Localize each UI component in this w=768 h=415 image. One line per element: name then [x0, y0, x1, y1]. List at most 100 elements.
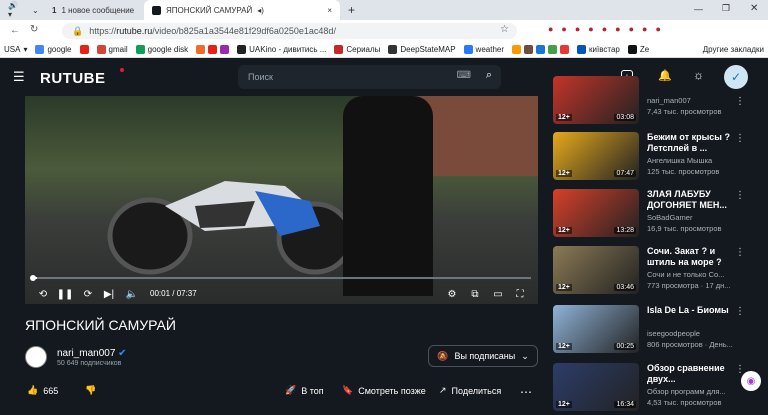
bookmark-star-icon[interactable]: ☆: [500, 24, 509, 35]
url-field[interactable]: 🔒 https://rutube.ru/video/b825a1a3544e81…: [62, 23, 517, 39]
age-rating: 12+: [556, 284, 572, 291]
rutube-logo[interactable]: RUTUBE: [40, 70, 106, 87]
recommendation-channel[interactable]: SoBadGamer: [647, 213, 739, 222]
channel-avatar[interactable]: [25, 346, 47, 368]
extension-icons[interactable]: ●●●●●●●●●: [548, 24, 669, 34]
recommendation-thumbnail[interactable]: 12+ 00:25: [553, 305, 639, 353]
url-host: rutube.ru: [116, 26, 153, 36]
kebab-menu-icon[interactable]: ⋮: [735, 306, 745, 317]
next-icon[interactable]: ▶|: [102, 286, 116, 302]
share-icon: ↗: [439, 385, 447, 395]
minimize-icon[interactable]: —: [694, 4, 703, 14]
kebab-menu-icon[interactable]: ⋮: [735, 190, 745, 201]
age-rating: 12+: [556, 227, 572, 234]
bookmark-youtube[interactable]: [76, 45, 93, 54]
share-button[interactable]: ↗ Поделиться: [439, 385, 501, 396]
recommendation-meta: 4,53 тыс. просмотров: [647, 398, 722, 407]
assistant-fab-icon[interactable]: ◉: [741, 371, 761, 391]
new-tab-button[interactable]: +: [340, 0, 363, 20]
recommendation-item[interactable]: 12+ 16:34 Обзор сравнение двух... Обзор …: [553, 363, 753, 415]
bookmark-other[interactable]: Другие закладки: [699, 45, 768, 54]
back-icon[interactable]: ←: [10, 25, 20, 36]
maximize-icon[interactable]: ❐: [722, 3, 730, 14]
channel-name[interactable]: nari_man007 ✔: [57, 348, 127, 359]
bookmark-google[interactable]: google: [31, 45, 75, 54]
bookmark-gmail[interactable]: gmail: [93, 45, 132, 54]
pause-icon[interactable]: ❚❚: [57, 286, 74, 302]
recommendation-channel[interactable]: Сочи и не только Со...: [647, 270, 739, 279]
volume-icon[interactable]: 🔈: [124, 286, 140, 302]
bookmark-serials[interactable]: Сериалы: [330, 45, 384, 54]
bookmark-uakino[interactable]: UAKino - дивитись ...: [233, 45, 330, 54]
speaker-icon: ◂): [257, 5, 264, 15]
reload-icon[interactable]: ↻: [30, 24, 38, 35]
like-button[interactable]: 👍 665: [27, 385, 58, 396]
search-input[interactable]: Поиск ⌨ ⌕: [238, 65, 501, 89]
video-player[interactable]: [25, 96, 538, 304]
recommendation-channel[interactable]: iseegoodpeople: [647, 329, 739, 338]
kebab-menu-icon[interactable]: ⋮: [735, 247, 745, 258]
recommendation-thumbnail[interactable]: 12+ 07:47: [553, 132, 639, 180]
url-path: /video/b825a1a3544e81f29df6a0250e1ac48d/: [152, 26, 336, 36]
bookmark-deepstate[interactable]: DeepStateMAP: [384, 45, 459, 54]
deepstate-icon: [388, 45, 398, 54]
recommendation-item[interactable]: 12+ 07:47 Бежим от крысы ? Летсплей в ..…: [553, 132, 753, 184]
recommendation-title[interactable]: Обзор сравнение двух...: [647, 363, 735, 385]
notifications-icon[interactable]: 🔔: [658, 69, 672, 82]
progress-bar[interactable]: [33, 277, 531, 279]
bell-off-icon: 🔕: [437, 350, 449, 361]
recommendation-title[interactable]: ЗЛАЯ ЛАБУБУ ДОГОНЯЕТ МЕН...: [647, 189, 735, 211]
bookmark-icons-group-2[interactable]: [508, 45, 573, 54]
tab-rutube[interactable]: ЯПОНСКИЙ САМУРАЙ ◂) ×: [144, 0, 340, 20]
bookmark-google-disk[interactable]: google disk: [132, 45, 192, 54]
bookmark-ze[interactable]: Ze: [624, 45, 653, 54]
theater-icon[interactable]: ▭: [491, 286, 505, 302]
tab-close-icon[interactable]: ×: [327, 6, 332, 15]
bookmark-usa[interactable]: USA ▾: [0, 45, 31, 54]
rewind-10-icon[interactable]: ⟲: [35, 286, 51, 302]
fullscreen-icon[interactable]: ⛶: [513, 286, 527, 302]
tab-list-icon[interactable]: ⌄: [24, 0, 44, 20]
search-placeholder: Поиск: [248, 72, 273, 82]
video-frame-person: [343, 96, 433, 296]
recommendation-title[interactable]: Isla De La - Биомы: [647, 305, 735, 316]
top-button[interactable]: 🚀 В топ: [285, 385, 324, 396]
recommendation-title[interactable]: Бежим от крысы ? Летсплей в ...: [647, 132, 735, 154]
keyboard-icon[interactable]: ⌨: [457, 70, 471, 81]
subscribed-button[interactable]: 🔕 Вы подписаны ⌄: [428, 345, 538, 367]
menu-icon[interactable]: ☰: [13, 69, 25, 85]
profile-avatar[interactable]: ✓: [724, 65, 748, 89]
rutube-favicon: [152, 5, 161, 15]
recommendation-thumbnail[interactable]: 12+ 16:34: [553, 363, 639, 411]
dislike-button[interactable]: 👎: [85, 385, 96, 396]
kebab-menu-icon[interactable]: ⋮: [735, 96, 745, 107]
watch-later-button[interactable]: 🔖 Смотреть позже: [342, 385, 426, 396]
window-close-icon[interactable]: ✕: [750, 3, 758, 14]
recommendation-channel[interactable]: Ангелишка Мышка: [647, 156, 739, 165]
forward-10-icon[interactable]: ⟳: [80, 286, 96, 302]
recommendation-item[interactable]: 12+ 13:28 ЗЛАЯ ЛАБУБУ ДОГОНЯЕТ МЕН... So…: [553, 189, 753, 241]
more-actions-icon[interactable]: ⋯: [520, 385, 532, 399]
search-icon[interactable]: ⌕: [486, 69, 492, 82]
recommendation-thumbnail[interactable]: 12+ 03:46: [553, 246, 639, 294]
recommendation-thumbnail[interactable]: 12+ 03:08: [553, 76, 639, 124]
theme-icon[interactable]: ☼: [693, 68, 704, 82]
recommendation-channel[interactable]: nari_man007: [647, 96, 739, 105]
recommendation-item[interactable]: 12+ 03:46 Сочи. Закат ? и штиль на море …: [553, 246, 753, 298]
recommendation-title[interactable]: Сочи. Закат ? и штиль на море ?: [647, 246, 735, 268]
bookmark-weather[interactable]: weather: [460, 45, 508, 54]
recommendation-channel[interactable]: Обзор программ для...: [647, 387, 739, 396]
tab-messages[interactable]: 1 1 новое сообщение: [44, 0, 144, 20]
duration-badge: 07:47: [614, 170, 636, 177]
kebab-menu-icon[interactable]: ⋮: [735, 133, 745, 144]
duration-badge: 03:46: [614, 284, 636, 291]
settings-icon[interactable]: ⚙: [445, 286, 459, 302]
bookmark-kyivstar[interactable]: київстар: [573, 45, 624, 54]
recommendation-item[interactable]: 12+ 00:25 Isla De La - Биомы iseegoodpeo…: [553, 305, 753, 357]
verified-icon: ✔: [118, 348, 127, 359]
bookmark-icons-group[interactable]: [192, 45, 233, 54]
recommendation-thumbnail[interactable]: 12+ 13:28: [553, 189, 639, 237]
progress-knob[interactable]: [30, 275, 36, 281]
pip-icon[interactable]: ⧉: [468, 286, 482, 302]
audio-menu-icon[interactable]: 🔊▾: [0, 0, 24, 20]
